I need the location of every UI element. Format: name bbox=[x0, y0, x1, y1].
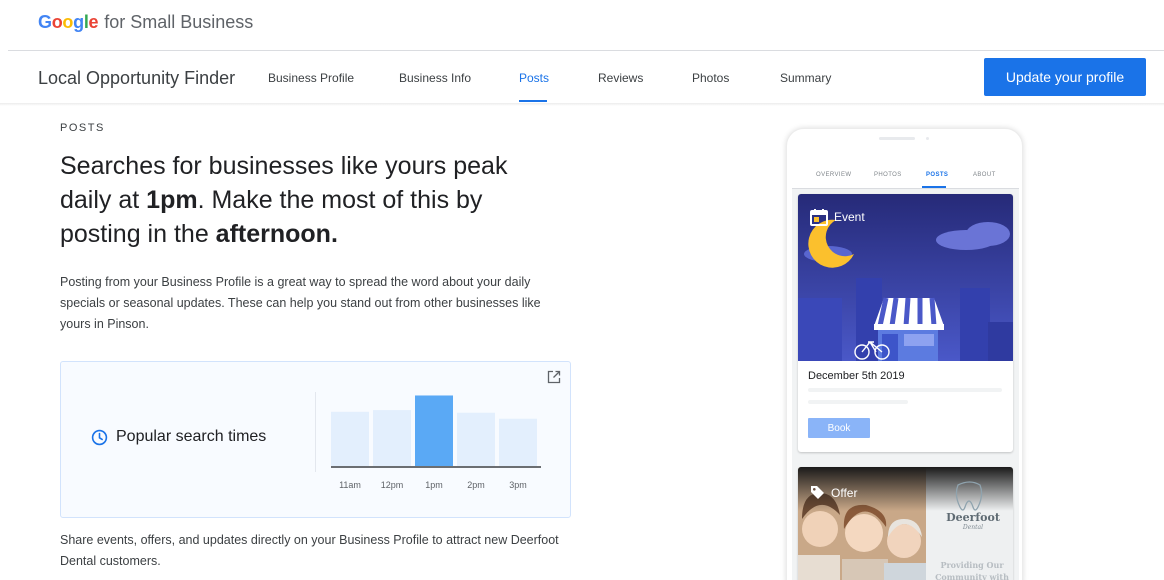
section-eyebrow: POSTS bbox=[60, 122, 105, 134]
phone-tab-indicator bbox=[922, 186, 946, 188]
chart-tick-label: 12pm bbox=[381, 480, 404, 490]
nav-title: Local Opportunity Finder bbox=[38, 68, 236, 88]
clock-icon bbox=[91, 429, 108, 445]
chart-svg: 11am 12pm 1pm 2pm 3pm bbox=[331, 395, 541, 490]
dental-logo-sub: Dental bbox=[962, 524, 984, 531]
popular-times-chart: 11am 12pm 1pm 2pm 3pm bbox=[331, 380, 543, 498]
calendar-icon bbox=[810, 209, 828, 226]
popular-times-label: Popular search times bbox=[91, 428, 266, 446]
active-tab-indicator bbox=[519, 100, 547, 102]
nav-item-summary[interactable]: Summary bbox=[780, 71, 831, 85]
phone-screen: OVERVIEW PHOTOS POSTS ABOUT Event Decemb… bbox=[792, 149, 1019, 580]
chart-bar-11am bbox=[331, 411, 369, 466]
nav-bar: Local Opportunity Finder Business Profil… bbox=[0, 51, 1164, 103]
intro-paragraph: Posting from your Business Profile is a … bbox=[60, 275, 541, 331]
brand-suffix: for Small Business bbox=[104, 12, 254, 32]
offer-tag: Offer bbox=[810, 485, 857, 500]
tag-icon bbox=[811, 486, 824, 499]
headline-best-time: afternoon. bbox=[215, 220, 338, 248]
phone-tab-posts[interactable]: POSTS bbox=[926, 172, 948, 178]
event-date: December 5th 2019 bbox=[808, 370, 905, 382]
popular-times-card: Popular search times 11am 12pm 1pm 2pm 3pm bbox=[60, 361, 571, 518]
chart-bar-12pm bbox=[373, 410, 411, 466]
brand-bar: Google for Small Business bbox=[0, 0, 1164, 50]
offer-tag-label: Offer bbox=[831, 485, 858, 500]
event-post-card[interactable]: Event December 5th 2019 Book bbox=[798, 194, 1013, 452]
chart-tick-label: 11am bbox=[339, 480, 361, 490]
chart-bar-3pm bbox=[499, 418, 537, 466]
dental-tagline: Providing Our Community with bbox=[935, 560, 1009, 580]
phone-tab-overview[interactable]: OVERVIEW bbox=[816, 172, 851, 178]
chart-tick-label: 2pm bbox=[467, 480, 485, 490]
popular-times-text: Popular search times bbox=[116, 428, 267, 445]
card-divider bbox=[315, 392, 316, 472]
book-button[interactable]: Book bbox=[808, 418, 870, 438]
share-paragraph: Share events, offers, and updates direct… bbox=[60, 533, 559, 568]
google-for-small-business-logo[interactable]: Google for Small Business bbox=[38, 12, 253, 33]
dental-logo-name: Deerfoot bbox=[946, 511, 1000, 524]
chart-tick-label: 1pm bbox=[425, 480, 443, 490]
chart-bar-1pm bbox=[415, 395, 453, 466]
nav-shadow bbox=[0, 103, 1164, 106]
phone-speaker bbox=[879, 137, 915, 140]
nav-item-photos[interactable]: Photos bbox=[692, 71, 729, 85]
phone-camera bbox=[926, 137, 929, 140]
page-headline: Searches for businesses like yours peak … bbox=[60, 149, 560, 251]
nav-item-reviews[interactable]: Reviews bbox=[598, 71, 643, 85]
placeholder-line bbox=[808, 388, 1002, 392]
profile-tabs: OVERVIEW PHOTOS POSTS ABOUT bbox=[792, 149, 1019, 189]
phone-tab-photos[interactable]: PHOTOS bbox=[874, 172, 902, 178]
nav-item-business-info[interactable]: Business Info bbox=[399, 71, 471, 85]
headline-peak-time: 1pm bbox=[146, 186, 198, 214]
offer-post-card[interactable]: Offer Deerfoot Dental Providing Our Comm… bbox=[798, 467, 1013, 580]
open-in-new-icon[interactable] bbox=[547, 370, 561, 384]
chart-tick-label: 3pm bbox=[509, 480, 527, 490]
chart-bar-2pm bbox=[457, 412, 495, 466]
phone-mockup: OVERVIEW PHOTOS POSTS ABOUT Event Decemb… bbox=[786, 128, 1023, 580]
event-tag-label: Event bbox=[834, 210, 865, 224]
dental-logo: Deerfoot Dental bbox=[938, 511, 1008, 531]
nav-item-posts[interactable]: Posts bbox=[519, 71, 549, 85]
nav-item-business-profile[interactable]: Business Profile bbox=[268, 71, 354, 85]
placeholder-line bbox=[808, 400, 908, 404]
update-profile-button[interactable]: Update your profile bbox=[984, 58, 1146, 96]
phone-tab-about[interactable]: ABOUT bbox=[973, 172, 996, 178]
event-tag: Event bbox=[810, 208, 865, 226]
google-wordmark: Google bbox=[38, 12, 99, 32]
